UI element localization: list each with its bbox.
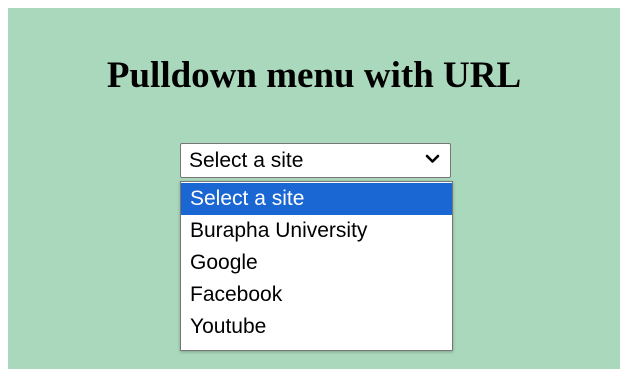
option-select-a-site[interactable]: Select a site: [181, 183, 452, 215]
chevron-down-icon: [425, 154, 440, 163]
option-youtube[interactable]: Youtube: [181, 311, 452, 343]
option-burapha-university[interactable]: Burapha University: [181, 215, 452, 247]
site-select[interactable]: Select a site: [180, 143, 451, 178]
site-select-dropdown: Select a site Burapha University Google …: [180, 181, 453, 351]
site-select-value: Select a site: [189, 149, 304, 172]
page-title: Pulldown menu with URL: [106, 55, 522, 96]
page-background: Pulldown menu with URL Select a site Sel…: [8, 8, 620, 369]
option-facebook[interactable]: Facebook: [181, 279, 452, 311]
option-google[interactable]: Google: [181, 247, 452, 279]
